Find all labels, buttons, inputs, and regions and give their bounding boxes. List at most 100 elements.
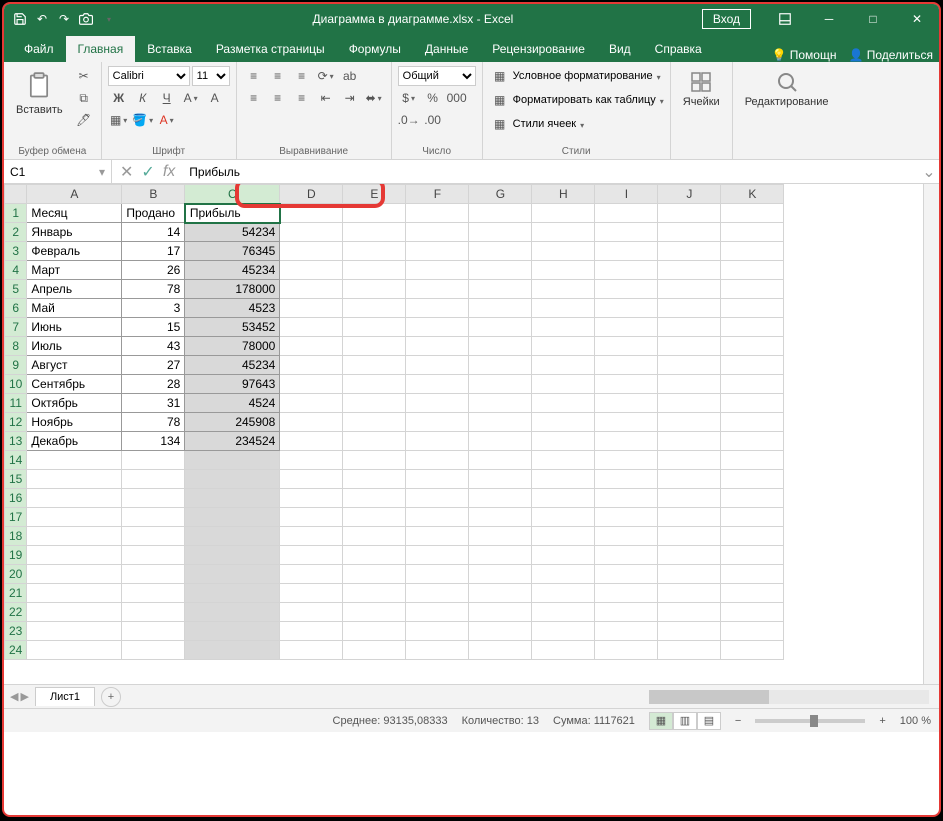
cell-I16[interactable] [595,489,658,508]
cell-K18[interactable] [721,527,784,546]
row-header-21[interactable]: 21 [5,584,27,603]
align-middle-icon[interactable]: ≡ [267,66,289,86]
cell-K4[interactable] [721,261,784,280]
cell-F4[interactable] [406,261,469,280]
cell-F1[interactable] [406,204,469,223]
cell-E16[interactable] [343,489,406,508]
merge-icon[interactable]: ⬌ [363,88,385,108]
cell-F8[interactable] [406,337,469,356]
cell-D10[interactable] [280,375,343,394]
cell-H4[interactable] [532,261,595,280]
cell-J17[interactable] [658,508,721,527]
cell-E14[interactable] [343,451,406,470]
increase-decimal-icon[interactable]: .0→ [398,110,420,130]
cell-styles-button[interactable]: ▦Стили ячеек [489,114,585,134]
cell-J24[interactable] [658,641,721,660]
row-header-2[interactable]: 2 [5,223,27,242]
cell-K12[interactable] [721,413,784,432]
cell-I3[interactable] [595,242,658,261]
sheet-nav-next-icon[interactable]: ▶ [20,690,28,703]
cell-C11[interactable]: 4524 [185,394,280,413]
cell-C24[interactable] [185,641,280,660]
cell-A19[interactable] [27,546,122,565]
cell-H13[interactable] [532,432,595,451]
cell-C20[interactable] [185,565,280,584]
cell-D16[interactable] [280,489,343,508]
cell-H7[interactable] [532,318,595,337]
cell-D15[interactable] [280,470,343,489]
camera-icon[interactable] [76,9,96,29]
cell-I4[interactable] [595,261,658,280]
cell-D20[interactable] [280,565,343,584]
cell-D8[interactable] [280,337,343,356]
font-size-combo[interactable]: 11 [192,66,230,86]
cell-H11[interactable] [532,394,595,413]
cell-J10[interactable] [658,375,721,394]
cell-F22[interactable] [406,603,469,622]
cell-H23[interactable] [532,622,595,641]
cell-F16[interactable] [406,489,469,508]
cell-G1[interactable] [469,204,532,223]
cell-J4[interactable] [658,261,721,280]
cell-I20[interactable] [595,565,658,584]
cell-I10[interactable] [595,375,658,394]
cell-C2[interactable]: 54234 [185,223,280,242]
cell-F10[interactable] [406,375,469,394]
sheet-nav-prev-icon[interactable]: ◀ [10,690,18,703]
cell-J7[interactable] [658,318,721,337]
tab-view[interactable]: Вид [597,36,643,62]
cell-B3[interactable]: 17 [122,242,185,261]
cell-A15[interactable] [27,470,122,489]
cell-E24[interactable] [343,641,406,660]
cell-H9[interactable] [532,356,595,375]
cell-A7[interactable]: Июнь [27,318,122,337]
cell-C23[interactable] [185,622,280,641]
column-header-G[interactable]: G [469,185,532,204]
align-right-icon[interactable]: ≡ [291,88,313,108]
cell-A6[interactable]: Май [27,299,122,318]
zoom-level[interactable]: 100 % [900,715,931,727]
cell-C22[interactable] [185,603,280,622]
view-normal-icon[interactable]: ▦ [649,712,673,730]
cell-D6[interactable] [280,299,343,318]
cell-K21[interactable] [721,584,784,603]
cell-G13[interactable] [469,432,532,451]
cell-A20[interactable] [27,565,122,584]
tab-formulas[interactable]: Формулы [337,36,413,62]
cell-H2[interactable] [532,223,595,242]
cell-E18[interactable] [343,527,406,546]
cell-A8[interactable]: Июль [27,337,122,356]
cell-J14[interactable] [658,451,721,470]
editing-button[interactable]: Редактирование [739,66,835,112]
cell-J19[interactable] [658,546,721,565]
cell-J8[interactable] [658,337,721,356]
cell-J23[interactable] [658,622,721,641]
paste-button[interactable]: Вставить [10,66,69,120]
cell-H24[interactable] [532,641,595,660]
cell-B11[interactable]: 31 [122,394,185,413]
cell-H6[interactable] [532,299,595,318]
cell-K7[interactable] [721,318,784,337]
cell-G24[interactable] [469,641,532,660]
cell-A22[interactable] [27,603,122,622]
ribbon-options-icon[interactable] [763,4,807,34]
cell-F9[interactable] [406,356,469,375]
cell-K11[interactable] [721,394,784,413]
column-header-B[interactable]: B [122,185,185,204]
cell-D3[interactable] [280,242,343,261]
cell-K5[interactable] [721,280,784,299]
bold-button[interactable]: Ж [108,88,130,108]
cell-B7[interactable]: 15 [122,318,185,337]
cell-G21[interactable] [469,584,532,603]
cell-K8[interactable] [721,337,784,356]
cell-I11[interactable] [595,394,658,413]
cell-C12[interactable]: 245908 [185,413,280,432]
cell-D19[interactable] [280,546,343,565]
cell-I17[interactable] [595,508,658,527]
cell-H12[interactable] [532,413,595,432]
cell-F17[interactable] [406,508,469,527]
column-header-J[interactable]: J [658,185,721,204]
cell-E11[interactable] [343,394,406,413]
cell-C13[interactable]: 234524 [185,432,280,451]
expand-formula-bar-icon[interactable]: ⌄ [919,162,939,182]
